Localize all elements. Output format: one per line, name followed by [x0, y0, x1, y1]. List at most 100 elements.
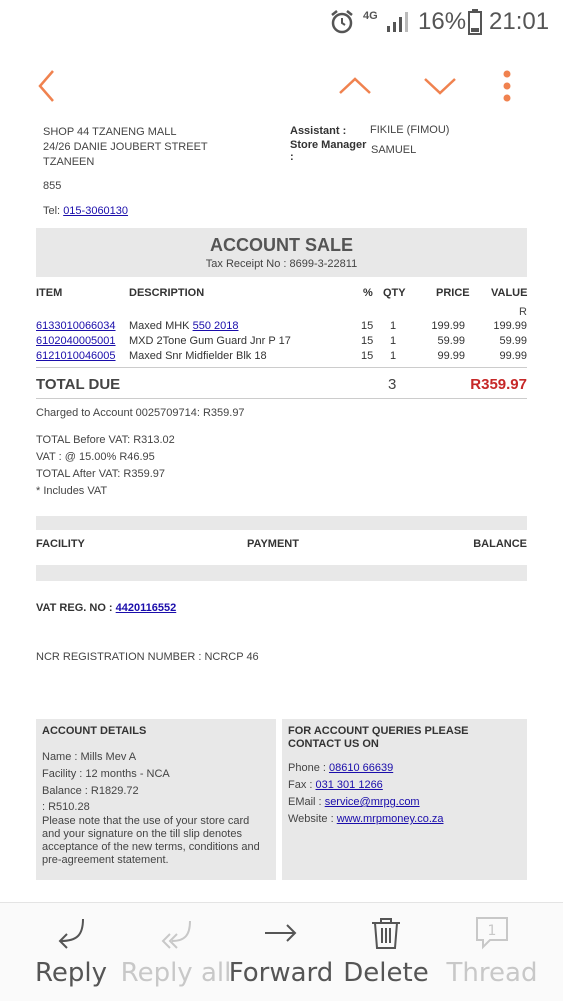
battery-percent: 16% — [418, 8, 467, 35]
email-toolbar — [0, 45, 563, 125]
phone-label: Phone : — [288, 762, 329, 774]
email-link[interactable]: service@mrpg.com — [325, 796, 420, 808]
store-phone: Tel: 015-3060130 — [43, 205, 128, 217]
receipt-title: ACCOUNT SALE — [210, 235, 353, 255]
account-details-box: ACCOUNT DETAILS Name : Mills Mev A Facil… — [36, 719, 276, 880]
thread-icon: 1 — [476, 917, 508, 950]
item-code-link[interactable]: 6121010046005 — [36, 350, 116, 362]
divider — [36, 367, 527, 368]
clock: 21:01 — [489, 8, 550, 35]
store-address: SHOP 44 TZANENG MALL 24/26 DANIE JOUBERT… — [43, 125, 208, 170]
grey-band — [36, 516, 527, 530]
delete-button[interactable]: Delete — [330, 903, 442, 1001]
vat-reg-link[interactable]: 4420116552 — [116, 602, 177, 614]
includes-vat: * Includes VAT — [36, 485, 108, 497]
item-code-link[interactable]: 6102040005001 — [36, 335, 116, 347]
col-value: VALUE — [491, 287, 528, 299]
item-description: Maxed MHK 550 2018 — [129, 320, 238, 332]
store-code: 855 — [43, 180, 62, 192]
account-note: Please note that the use of your store c… — [42, 815, 260, 866]
col-item: ITEM — [36, 287, 63, 299]
ncr-registration: NCR REGISTRATION NUMBER : NCRCP 46 — [36, 651, 259, 663]
reply-all-label: Reply all — [120, 958, 232, 988]
assistant-name: FIKILE (FIMOU) — [370, 124, 450, 136]
contact-email: EMail : service@mrpg.com — [288, 794, 444, 811]
vat-reg-label: VAT REG. NO : — [36, 602, 116, 614]
reply-label: Reply — [34, 958, 107, 988]
item-description: MXD 2Tone Gum Guard Jnr P 17 — [129, 335, 291, 347]
forward-label: Forward — [228, 958, 334, 988]
account-amount: : R510.28 — [42, 801, 90, 813]
contact-website: Website : www.mrpmoney.co.za — [288, 811, 444, 828]
email-action-bar: Reply Reply all Forward Delete 1 Thread — [0, 902, 563, 1001]
account-details-body: Name : Mills Mev A Facility : 12 months … — [42, 749, 270, 867]
col-price: PRICE — [436, 287, 470, 299]
thread-count: 1 — [488, 923, 497, 939]
table-row: 6133010066034 Maxed MHK 550 2018 15 1 19… — [36, 320, 527, 335]
description-link[interactable]: 550 2018 — [193, 320, 239, 332]
forward-button[interactable]: Forward — [225, 903, 337, 1001]
forward-arrow-icon — [265, 924, 297, 942]
thread-label: Thread — [446, 958, 538, 988]
manager-colon: : — [290, 151, 294, 163]
chevron-up-icon[interactable] — [338, 75, 372, 97]
col-percent: % — [363, 287, 373, 299]
vat-after: TOTAL After VAT: R359.97 — [36, 468, 166, 480]
item-qty: 1 — [390, 350, 397, 362]
payment-header: PAYMENT — [247, 538, 299, 550]
balance-header: BALANCE — [473, 538, 527, 550]
battery-icon — [468, 9, 482, 35]
tax-receipt-number: Tax Receipt No : 8699-3-22811 — [205, 258, 358, 270]
col-value-unit: R — [519, 306, 527, 318]
vat-before: TOTAL Before VAT: R313.02 — [36, 434, 175, 446]
reply-all-button[interactable]: Reply all — [120, 903, 232, 1001]
tel-link[interactable]: 015-3060130 — [63, 205, 128, 217]
reply-button[interactable]: Reply — [15, 903, 127, 1001]
thread-button[interactable]: 1 Thread — [436, 903, 548, 1001]
fax-link[interactable]: 031 301 1266 — [316, 779, 383, 791]
total-qty: 3 — [388, 376, 397, 393]
account-details-heading: ACCOUNT DETAILS — [42, 725, 147, 737]
account-name: Name : Mills Mev A — [42, 751, 137, 763]
vat-amount: VAT : @ 15.00% R46.95 — [36, 451, 155, 463]
item-value: 59.99 — [499, 335, 527, 347]
website-link[interactable]: www.mrpmoney.co.za — [337, 813, 444, 825]
item-price: 59.99 — [437, 335, 465, 347]
total-amount: R359.97 — [470, 376, 527, 393]
address-line: SHOP 44 TZANENG MALL — [43, 126, 177, 138]
item-price: 199.99 — [431, 320, 465, 332]
contact-heading: FOR ACCOUNT QUERIES PLEASE CONTACT US ON — [288, 725, 469, 750]
signal-icon — [387, 12, 408, 32]
fax-label: Fax : — [288, 779, 316, 791]
item-percent: 15 — [361, 350, 374, 362]
email-label: EMail : — [288, 796, 325, 808]
item-code-link[interactable]: 6133010066034 — [36, 320, 116, 332]
reply-all-icon — [161, 920, 191, 949]
reply-icon — [58, 918, 84, 949]
address-line: 24/26 DANIE JOUBERT STREET — [43, 141, 208, 153]
network-type: 4G — [363, 10, 378, 22]
charged-to-account: Charged to Account 0025709714: R359.97 — [36, 407, 245, 419]
description-text: Maxed MHK — [129, 320, 193, 332]
table-row: 6102040005001 MXD 2Tone Gum Guard Jnr P … — [36, 335, 527, 350]
account-balance: Balance : R1829.72 — [42, 785, 139, 797]
chevron-left-icon[interactable] — [36, 69, 58, 103]
table-row: 6121010046005 Maxed Snr Midfielder Blk 1… — [36, 350, 527, 365]
website-label: Website : — [288, 813, 337, 825]
kebab-menu-icon[interactable] — [501, 69, 513, 103]
grey-band — [36, 565, 527, 581]
alarm-icon — [331, 10, 353, 34]
chevron-down-icon[interactable] — [423, 75, 457, 97]
item-value: 199.99 — [493, 320, 527, 332]
item-percent: 15 — [361, 320, 374, 332]
item-qty: 1 — [390, 320, 397, 332]
vat-summary: TOTAL Before VAT: R313.02 VAT : @ 15.00%… — [36, 432, 175, 500]
manager-label: Store Manager — [290, 139, 367, 151]
item-value: 99.99 — [499, 350, 527, 362]
facility-header: FACILITY — [36, 538, 85, 550]
contact-box: FOR ACCOUNT QUERIES PLEASE CONTACT US ON… — [282, 719, 527, 880]
phone-link[interactable]: 08610 66639 — [329, 762, 393, 774]
status-bar: 4G 16% 21:01 — [0, 0, 563, 45]
vat-reg: VAT REG. NO : 4420116552 — [36, 602, 176, 614]
receipt-header: ACCOUNT SALE Tax Receipt No : 8699-3-228… — [36, 228, 527, 277]
